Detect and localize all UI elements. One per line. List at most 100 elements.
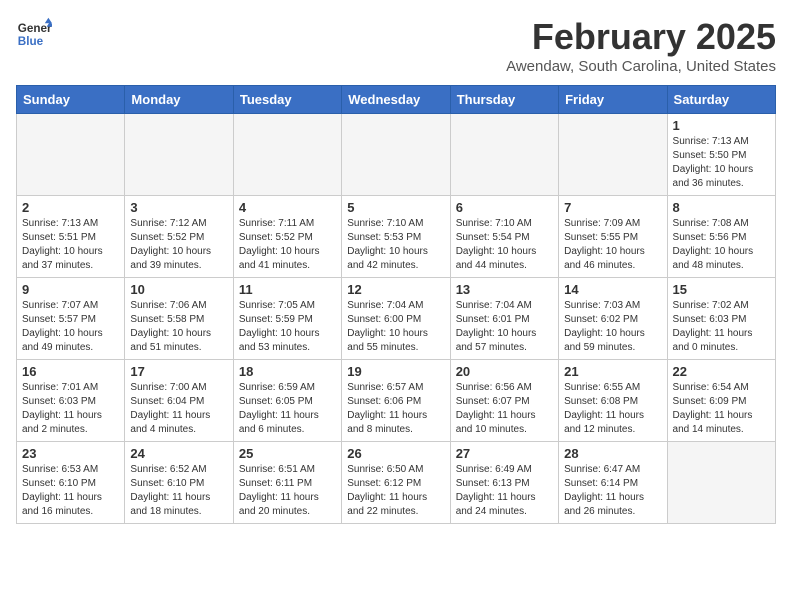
calendar-day-20: 20 Sunrise: 6:56 AMSunset: 6:07 PMDayligh… bbox=[450, 360, 558, 442]
location: Awendaw, South Carolina, United States bbox=[506, 58, 776, 75]
calendar-day-22: 22Sunrise: 6:54 AMSunset: 6:09 PMDayligh… bbox=[667, 360, 775, 442]
day-info: Sunrise: 6:56 AMSunset: 6:07 PMDaylight:… bbox=[456, 381, 553, 437]
calendar-day-6: 6 Sunrise: 7:10 AMSunset: 5:54 PMDaylight… bbox=[450, 196, 558, 278]
day-info: Sunrise: 7:13 AMSunset: 5:50 PMDaylight:… bbox=[673, 135, 770, 191]
calendar-header-row: SundayMondayTuesdayWednesdayThursdayFrid… bbox=[17, 86, 776, 114]
day-number: 28 bbox=[564, 446, 661, 461]
day-info: Sunrise: 7:01 AMSunset: 6:03 PMDaylight:… bbox=[22, 381, 119, 437]
day-info: Sunrise: 7:11 AMSunset: 5:52 PMDaylight:… bbox=[239, 217, 336, 273]
day-number: 11 bbox=[239, 282, 336, 297]
page-header: General Blue February 2025 Awendaw, Sout… bbox=[16, 16, 776, 75]
calendar-day-9: 9Sunrise: 7:07 AMSunset: 5:57 PMDaylight… bbox=[17, 278, 125, 360]
calendar-day-19: 19 Sunrise: 6:57 AMSunset: 6:06 PMDayligh… bbox=[342, 360, 450, 442]
day-number: 27 bbox=[456, 446, 553, 461]
calendar-day-1: 1Sunrise: 7:13 AMSunset: 5:50 PMDaylight… bbox=[667, 114, 775, 196]
logo-icon: General Blue bbox=[16, 16, 52, 52]
calendar-day-8: 8Sunrise: 7:08 AMSunset: 5:56 PMDaylight… bbox=[667, 196, 775, 278]
day-number: 14 bbox=[564, 282, 661, 297]
day-info: Sunrise: 7:12 AMSunset: 5:52 PMDaylight:… bbox=[130, 217, 227, 273]
day-number: 5 bbox=[347, 200, 444, 215]
calendar-day-27: 27 Sunrise: 6:49 AMSunset: 6:13 PMDayligh… bbox=[450, 442, 558, 524]
day-info: Sunrise: 7:05 AMSunset: 5:59 PMDaylight:… bbox=[239, 299, 336, 355]
calendar-day-empty bbox=[450, 114, 558, 196]
day-info: Sunrise: 6:47 AMSunset: 6:14 PMDaylight:… bbox=[564, 463, 661, 519]
weekday-header-thursday: Thursday bbox=[450, 86, 558, 114]
day-info: Sunrise: 6:59 AMSunset: 6:05 PMDaylight:… bbox=[239, 381, 336, 437]
day-info: Sunrise: 7:06 AMSunset: 5:58 PMDaylight:… bbox=[130, 299, 227, 355]
calendar-day-14: 14 Sunrise: 7:03 AMSunset: 6:02 PMDayligh… bbox=[559, 278, 667, 360]
day-info: Sunrise: 6:55 AMSunset: 6:08 PMDaylight:… bbox=[564, 381, 661, 437]
day-info: Sunrise: 6:49 AMSunset: 6:13 PMDaylight:… bbox=[456, 463, 553, 519]
calendar-day-2: 2 Sunrise: 7:13 AMSunset: 5:51 PMDaylight… bbox=[17, 196, 125, 278]
day-number: 19 bbox=[347, 364, 444, 379]
day-info: Sunrise: 7:04 AMSunset: 6:00 PMDaylight:… bbox=[347, 299, 444, 355]
day-info: Sunrise: 7:13 AMSunset: 5:51 PMDaylight:… bbox=[22, 217, 119, 273]
day-number: 20 bbox=[456, 364, 553, 379]
day-number: 23 bbox=[22, 446, 119, 461]
calendar-day-4: 4 Sunrise: 7:11 AMSunset: 5:52 PMDaylight… bbox=[233, 196, 341, 278]
title-block: February 2025 Awendaw, South Carolina, U… bbox=[506, 16, 776, 75]
calendar-day-28: 28 Sunrise: 6:47 AMSunset: 6:14 PMDayligh… bbox=[559, 442, 667, 524]
calendar-day-26: 26 Sunrise: 6:50 AMSunset: 6:12 PMDayligh… bbox=[342, 442, 450, 524]
logo: General Blue bbox=[16, 16, 56, 52]
day-info: Sunrise: 6:52 AMSunset: 6:10 PMDaylight:… bbox=[130, 463, 227, 519]
day-number: 21 bbox=[564, 364, 661, 379]
day-number: 16 bbox=[22, 364, 119, 379]
calendar-day-16: 16 Sunrise: 7:01 AMSunset: 6:03 PMDayligh… bbox=[17, 360, 125, 442]
calendar-day-13: 13Sunrise: 7:04 AMSunset: 6:01 PMDayligh… bbox=[450, 278, 558, 360]
day-info: Sunrise: 7:10 AMSunset: 5:53 PMDaylight:… bbox=[347, 217, 444, 273]
day-number: 18 bbox=[239, 364, 336, 379]
day-info: Sunrise: 6:50 AMSunset: 6:12 PMDaylight:… bbox=[347, 463, 444, 519]
day-number: 24 bbox=[130, 446, 227, 461]
weekday-header-monday: Monday bbox=[125, 86, 233, 114]
month-title: February 2025 bbox=[506, 16, 776, 58]
day-number: 25 bbox=[239, 446, 336, 461]
day-info: Sunrise: 7:03 AMSunset: 6:02 PMDaylight:… bbox=[564, 299, 661, 355]
calendar-day-empty bbox=[667, 442, 775, 524]
calendar-day-3: 3 Sunrise: 7:12 AMSunset: 5:52 PMDaylight… bbox=[125, 196, 233, 278]
calendar-day-empty bbox=[17, 114, 125, 196]
day-number: 2 bbox=[22, 200, 119, 215]
calendar-week-1: 1Sunrise: 7:13 AMSunset: 5:50 PMDaylight… bbox=[17, 114, 776, 196]
day-number: 8 bbox=[673, 200, 770, 215]
calendar-week-4: 16 Sunrise: 7:01 AMSunset: 6:03 PMDayligh… bbox=[17, 360, 776, 442]
day-info: Sunrise: 7:09 AMSunset: 5:55 PMDaylight:… bbox=[564, 217, 661, 273]
calendar-day-empty bbox=[125, 114, 233, 196]
day-number: 15 bbox=[673, 282, 770, 297]
calendar-day-12: 12 Sunrise: 7:04 AMSunset: 6:00 PMDayligh… bbox=[342, 278, 450, 360]
weekday-header-friday: Friday bbox=[559, 86, 667, 114]
day-number: 26 bbox=[347, 446, 444, 461]
day-info: Sunrise: 6:57 AMSunset: 6:06 PMDaylight:… bbox=[347, 381, 444, 437]
calendar-week-2: 2 Sunrise: 7:13 AMSunset: 5:51 PMDaylight… bbox=[17, 196, 776, 278]
calendar-day-24: 24 Sunrise: 6:52 AMSunset: 6:10 PMDayligh… bbox=[125, 442, 233, 524]
calendar-day-empty bbox=[342, 114, 450, 196]
weekday-header-wednesday: Wednesday bbox=[342, 86, 450, 114]
day-info: Sunrise: 7:00 AMSunset: 6:04 PMDaylight:… bbox=[130, 381, 227, 437]
calendar-week-5: 23Sunrise: 6:53 AMSunset: 6:10 PMDayligh… bbox=[17, 442, 776, 524]
svg-text:General: General bbox=[18, 22, 52, 35]
day-info: Sunrise: 7:10 AMSunset: 5:54 PMDaylight:… bbox=[456, 217, 553, 273]
weekday-header-tuesday: Tuesday bbox=[233, 86, 341, 114]
day-number: 3 bbox=[130, 200, 227, 215]
calendar-day-5: 5 Sunrise: 7:10 AMSunset: 5:53 PMDaylight… bbox=[342, 196, 450, 278]
day-number: 9 bbox=[22, 282, 119, 297]
calendar-day-25: 25Sunrise: 6:51 AMSunset: 6:11 PMDayligh… bbox=[233, 442, 341, 524]
day-number: 10 bbox=[130, 282, 227, 297]
calendar-day-11: 11 Sunrise: 7:05 AMSunset: 5:59 PMDayligh… bbox=[233, 278, 341, 360]
calendar-day-23: 23Sunrise: 6:53 AMSunset: 6:10 PMDayligh… bbox=[17, 442, 125, 524]
day-number: 13 bbox=[456, 282, 553, 297]
calendar-day-7: 7Sunrise: 7:09 AMSunset: 5:55 PMDaylight… bbox=[559, 196, 667, 278]
weekday-header-saturday: Saturday bbox=[667, 86, 775, 114]
calendar-week-3: 9Sunrise: 7:07 AMSunset: 5:57 PMDaylight… bbox=[17, 278, 776, 360]
day-number: 4 bbox=[239, 200, 336, 215]
calendar-day-empty bbox=[233, 114, 341, 196]
day-number: 6 bbox=[456, 200, 553, 215]
calendar-day-15: 15Sunrise: 7:02 AMSunset: 6:03 PMDayligh… bbox=[667, 278, 775, 360]
weekday-header-sunday: Sunday bbox=[17, 86, 125, 114]
day-number: 17 bbox=[130, 364, 227, 379]
day-info: Sunrise: 6:54 AMSunset: 6:09 PMDaylight:… bbox=[673, 381, 770, 437]
calendar-day-21: 21 Sunrise: 6:55 AMSunset: 6:08 PMDayligh… bbox=[559, 360, 667, 442]
calendar-day-10: 10 Sunrise: 7:06 AMSunset: 5:58 PMDayligh… bbox=[125, 278, 233, 360]
svg-text:Blue: Blue bbox=[18, 35, 44, 48]
day-number: 12 bbox=[347, 282, 444, 297]
